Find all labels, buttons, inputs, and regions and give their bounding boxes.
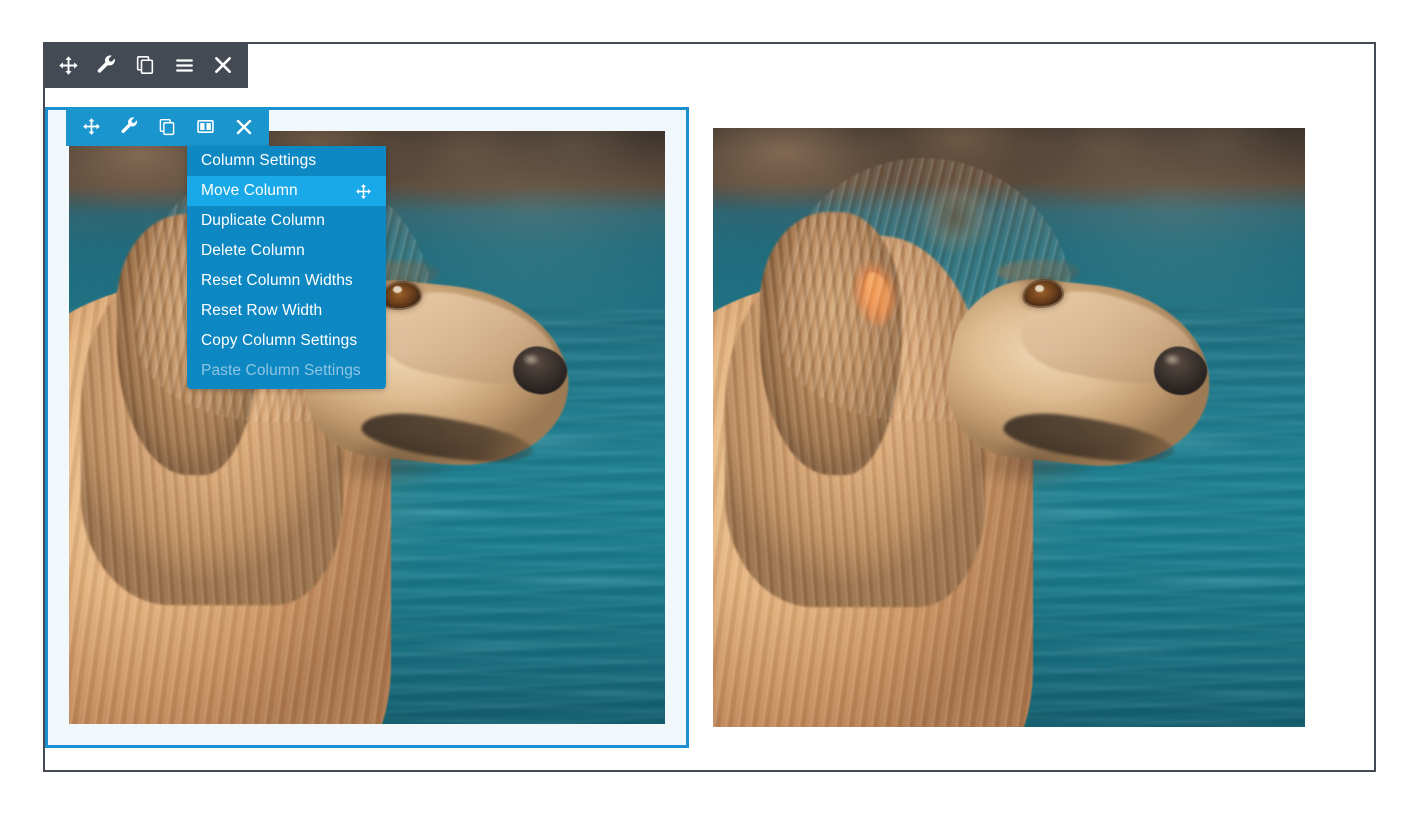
photo-dog-eye-glint [1035, 284, 1044, 292]
menu-item-column-settings[interactable]: Column Settings [187, 146, 386, 176]
menu-item-reset-column-widths[interactable]: Reset Column Widths [187, 266, 386, 296]
move-module-button[interactable] [52, 49, 84, 81]
move-arrows-icon [82, 118, 100, 135]
move-arrows-icon [355, 183, 372, 200]
delete-module-button[interactable] [207, 49, 239, 81]
menu-item-delete-column[interactable]: Delete Column [187, 236, 386, 266]
row-module-toolbar[interactable] [43, 42, 248, 88]
menu-item-label: Column Settings [201, 152, 317, 169]
menu-item-label: Copy Column Settings [201, 332, 358, 349]
menu-item-label: Duplicate Column [201, 212, 325, 229]
wrench-icon [121, 117, 137, 134]
module-menu-button[interactable] [168, 49, 200, 81]
menu-item-label: Move Column [201, 182, 298, 199]
wrench-icon [98, 54, 116, 73]
close-x-icon [214, 57, 231, 73]
close-x-icon [236, 119, 252, 134]
column-toolbar[interactable] [66, 107, 269, 146]
photo-dog-brow [997, 259, 1081, 284]
menu-item-reset-row-width[interactable]: Reset Row Width [187, 296, 386, 326]
column-right[interactable] [689, 107, 1333, 748]
move-arrows-icon [59, 55, 78, 75]
duplicate-icon [160, 118, 175, 135]
menu-item-paste-column-settings: Paste Column Settings [187, 356, 386, 386]
menu-item-duplicate-column[interactable]: Duplicate Column [187, 206, 386, 236]
photo-dog-head-swirl [908, 181, 1004, 254]
column-context-menu[interactable]: Column Settings Move Column Duplicate Co… [187, 146, 386, 389]
photo-dog-nose-highlight [1162, 352, 1181, 366]
move-column-button[interactable] [77, 113, 105, 141]
menu-item-label: Delete Column [201, 242, 305, 259]
hamburger-icon [175, 58, 193, 72]
menu-item-label: Reset Row Width [201, 302, 323, 319]
duplicate-column-button[interactable] [153, 113, 181, 141]
module-settings-button[interactable] [91, 49, 123, 81]
page-root: Column Settings Move Column Duplicate Co… [0, 0, 1417, 814]
delete-column-button[interactable] [230, 113, 258, 141]
column-settings-button[interactable] [115, 113, 143, 141]
menu-item-copy-column-settings[interactable]: Copy Column Settings [187, 326, 386, 356]
two-columns-icon [197, 120, 214, 133]
menu-item-move-column[interactable]: Move Column [187, 176, 386, 206]
photo-dog-eye-glint [393, 286, 403, 293]
golden-retriever-photo-right[interactable] [713, 128, 1305, 727]
column-layout-button[interactable] [192, 113, 220, 141]
duplicate-icon [137, 56, 154, 74]
menu-item-label: Paste Column Settings [201, 362, 361, 379]
menu-item-label: Reset Column Widths [201, 272, 353, 289]
duplicate-module-button[interactable] [129, 49, 161, 81]
